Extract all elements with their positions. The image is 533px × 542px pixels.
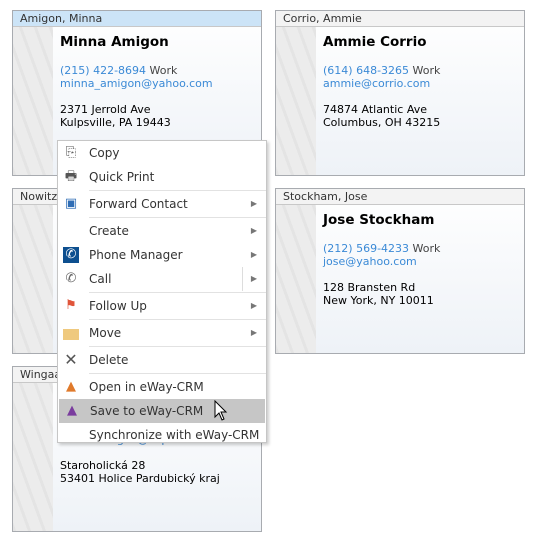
menu-item-open-eway[interactable]: ▲ Open in eWay-CRM	[58, 375, 266, 399]
phone-manager-icon: ✆	[63, 247, 79, 263]
menu-item-synchronize-eway[interactable]: Synchronize with eWay-CRM	[58, 423, 266, 447]
phone-link[interactable]: (212) 569-4233	[323, 242, 409, 255]
address-line2: 53401 Holice Pardubický kraj	[60, 472, 220, 485]
submenu-arrow-icon: ▶	[241, 267, 257, 291]
phone-type: Work	[412, 64, 441, 77]
phone-type: Work	[412, 242, 441, 255]
contact-card-corrio[interactable]: Corrio, Ammie Ammie Corrio (614) 648-326…	[275, 10, 525, 176]
flag-icon: ⚑	[65, 298, 77, 313]
mouse-cursor-icon	[214, 400, 228, 421]
address-line2: Columbus, OH 43215	[323, 116, 441, 129]
menu-item-create[interactable]: Create ▶	[58, 219, 266, 243]
menu-item-forward-contact[interactable]: ▣ Forward Contact ▶	[58, 192, 266, 216]
delete-x-icon: ✕	[64, 350, 78, 369]
copy-icon: ⎘	[65, 145, 77, 160]
phone-link[interactable]: (614) 648-3265	[323, 64, 409, 77]
submenu-arrow-icon: ▶	[250, 250, 257, 259]
address-line1: Staroholická 28	[60, 459, 146, 472]
context-menu: ⎘ Copy 🖶 Quick Print ▣ Forward Contact ▶ Cre…	[57, 140, 267, 443]
menu-item-move[interactable]: Move ▶	[58, 321, 266, 345]
card-header[interactable]: Stockham, Jose	[276, 189, 524, 205]
address-line1: 74874 Atlantic Ave	[323, 103, 427, 116]
card-pattern	[276, 27, 316, 175]
contact-name: Ammie Corrio	[323, 34, 427, 50]
menu-item-quick-print[interactable]: 🖶 Quick Print	[58, 165, 266, 189]
phone-icon: ✆	[65, 271, 77, 286]
address-line1: 128 Bransten Rd	[323, 281, 416, 294]
email-link[interactable]: jose@yahoo.com	[323, 255, 440, 268]
phone-type: Work	[149, 64, 178, 77]
card-pattern	[276, 205, 316, 353]
menu-item-follow-up[interactable]: ⚑ Follow Up ▶	[58, 294, 266, 318]
submenu-arrow-icon: ▶	[250, 226, 257, 235]
eway-save-icon: ▲	[67, 403, 77, 418]
address-line2: Kulpsville, PA 19443	[60, 116, 171, 129]
menu-item-copy[interactable]: ⎘ Copy	[58, 141, 266, 165]
contact-name: Jose Stockham	[323, 212, 435, 228]
forward-contact-icon: ▣	[64, 196, 78, 211]
card-header[interactable]: Corrio, Ammie	[276, 11, 524, 27]
menu-item-call[interactable]: ✆ Call ▶	[58, 267, 266, 291]
submenu-arrow-icon: ▶	[250, 301, 257, 310]
email-link[interactable]: minna_amigon@yahoo.com	[60, 77, 213, 90]
address-line2: New York, NY 10011	[323, 294, 434, 307]
submenu-arrow-icon: ▶	[250, 328, 257, 337]
contact-name: Minna Amigon	[60, 34, 169, 50]
move-folder-icon	[63, 329, 79, 340]
address-line1: 2371 Jerrold Ave	[60, 103, 151, 116]
card-pattern	[13, 383, 53, 531]
menu-item-delete[interactable]: ✕ Delete	[58, 348, 266, 372]
menu-item-save-eway[interactable]: ▲ Save to eWay-CRM	[59, 399, 265, 423]
card-header[interactable]: Amigon, Minna	[13, 11, 261, 27]
contact-card-stockham[interactable]: Stockham, Jose Jose Stockham (212) 569-4…	[275, 188, 525, 354]
menu-item-phone-manager[interactable]: ✆ Phone Manager ▶	[58, 243, 266, 267]
card-pattern	[13, 205, 53, 353]
phone-link[interactable]: (215) 422-8694	[60, 64, 146, 77]
email-link[interactable]: ammie@corrio.com	[323, 77, 440, 90]
submenu-arrow-icon: ▶	[250, 199, 257, 208]
card-pattern	[13, 27, 53, 175]
eway-open-icon: ▲	[66, 379, 76, 394]
quick-print-icon: 🖶	[64, 169, 78, 184]
